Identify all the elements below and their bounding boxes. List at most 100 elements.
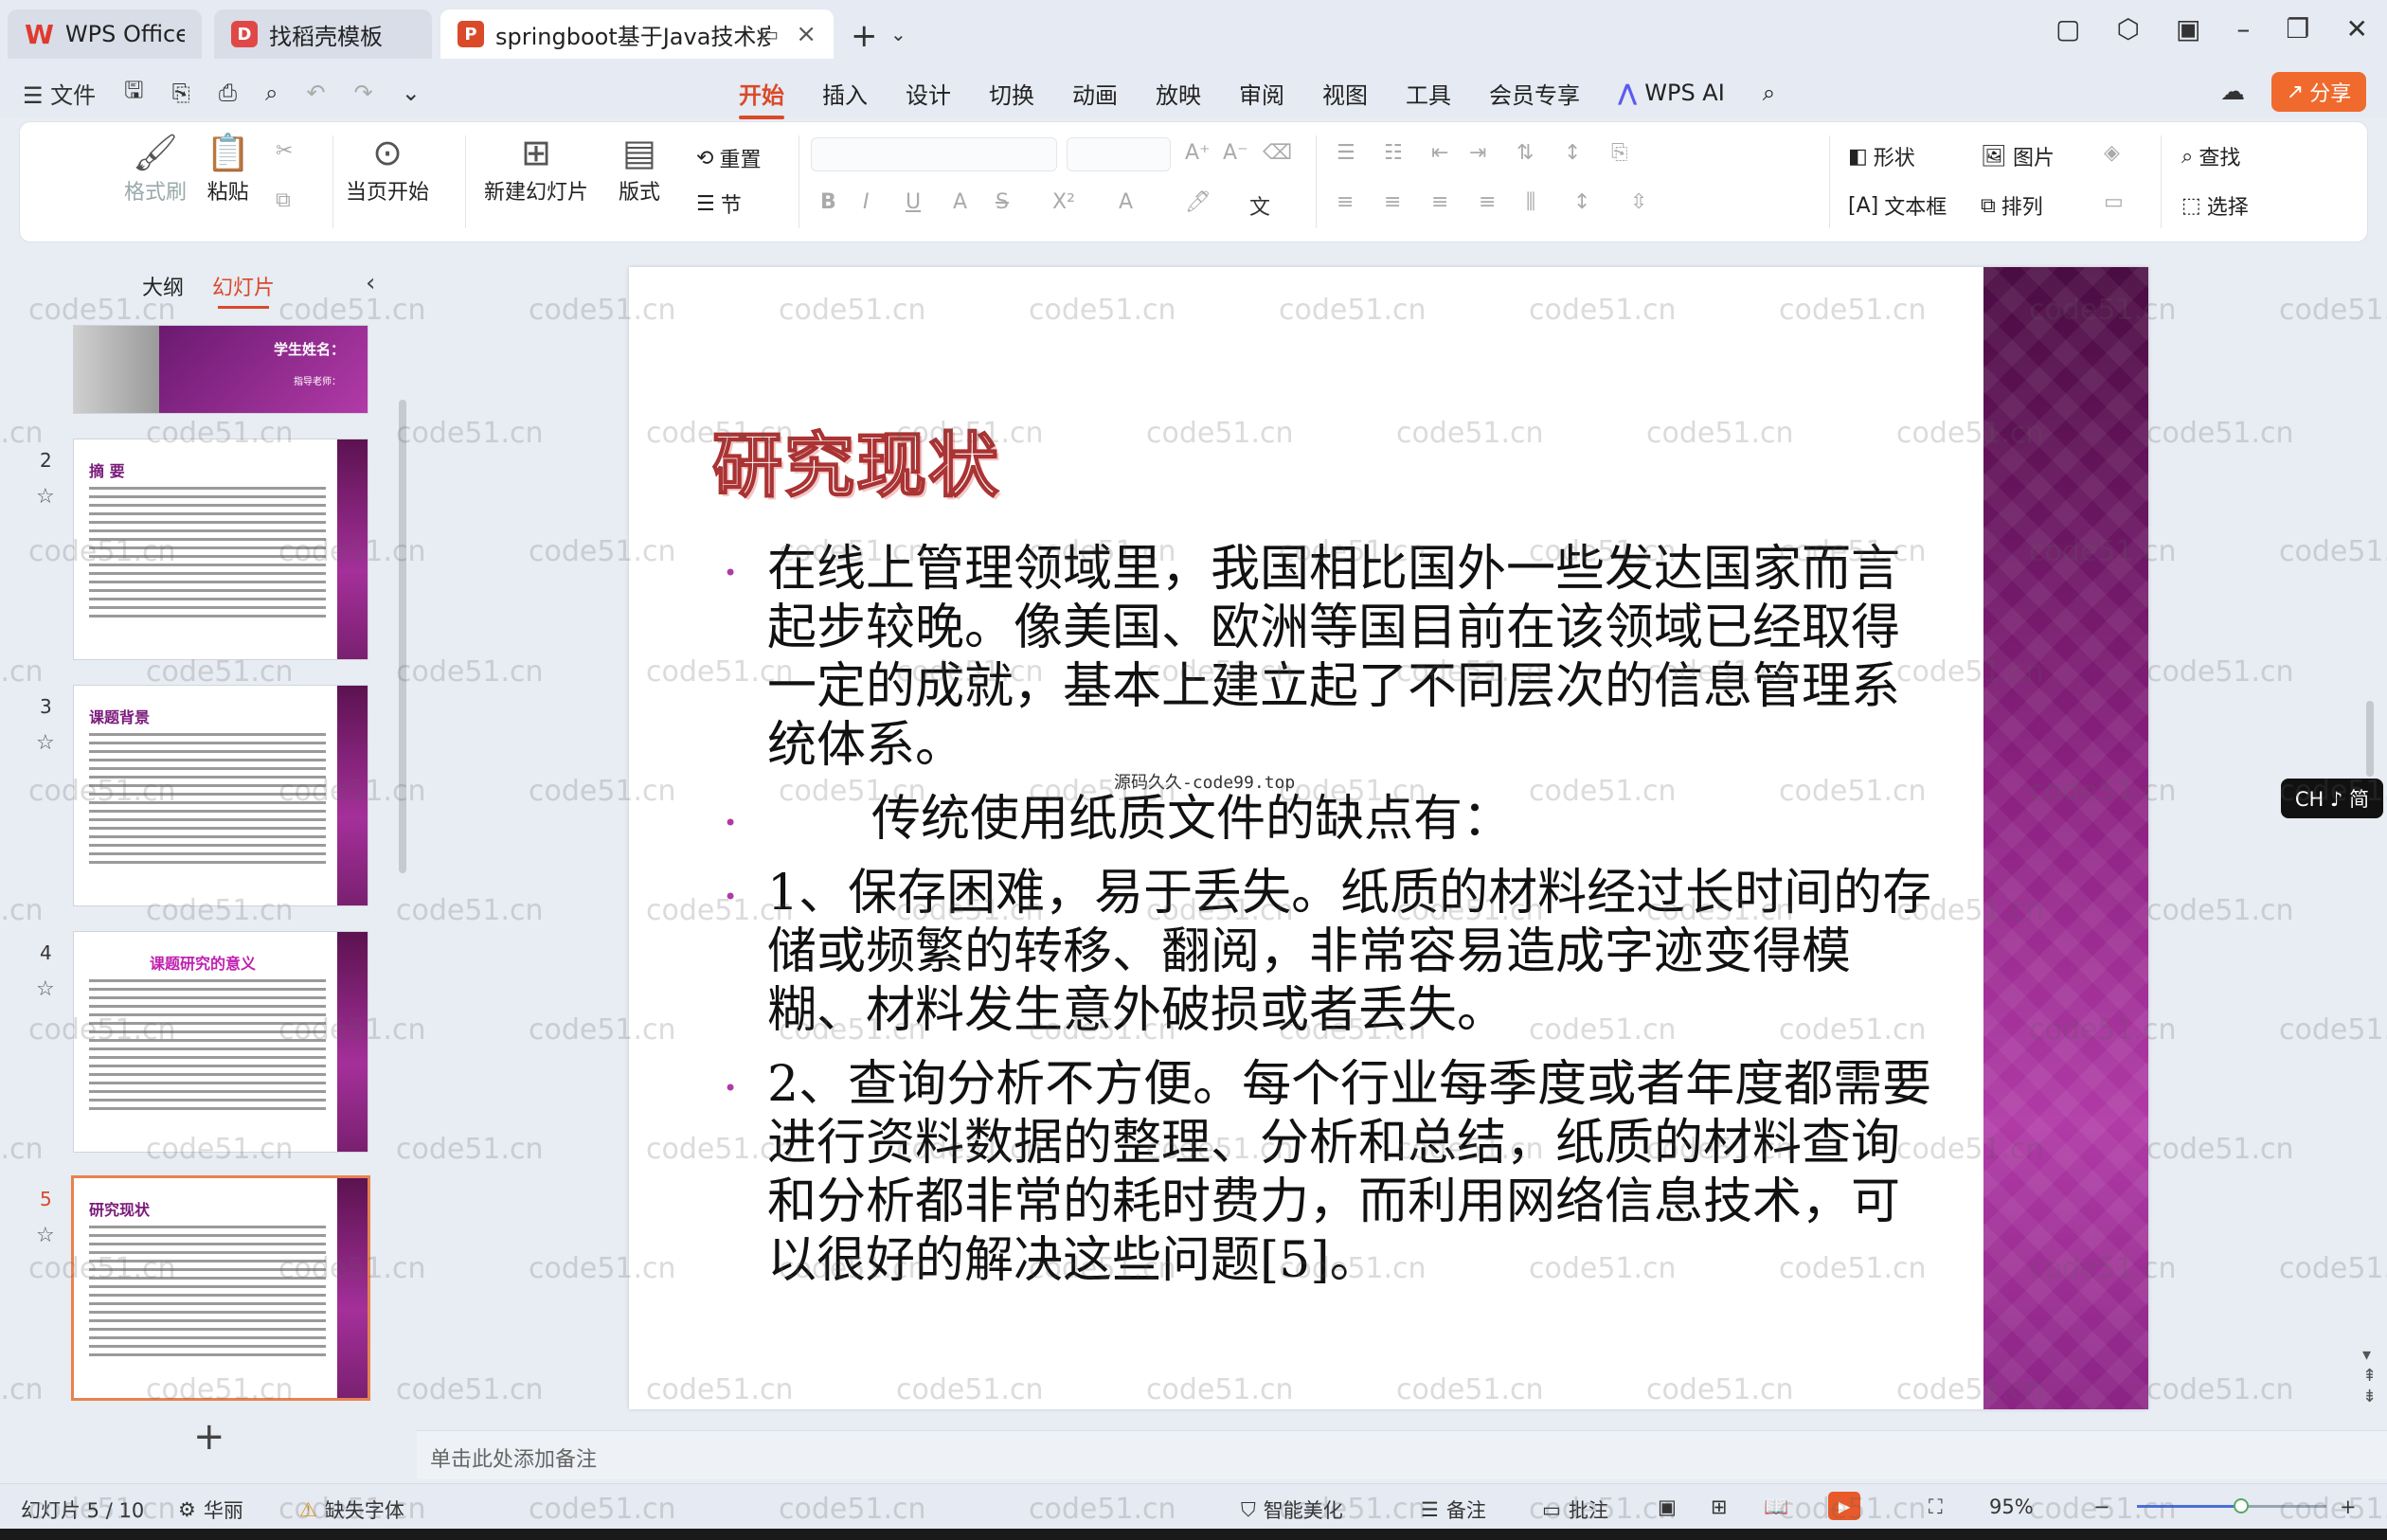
tab-insert[interactable]: 插入 — [822, 77, 868, 110]
notes-pane[interactable]: 单击此处添加备注 — [417, 1430, 2387, 1479]
highlight-icon[interactable]: 🖊 — [1185, 190, 1211, 214]
missing-font-indicator[interactable]: ⚠ 缺失字体 — [299, 1495, 404, 1524]
wps-ai-button[interactable]: ⋀ WPS AI — [1618, 80, 1725, 106]
add-slide-plus-icon[interactable]: + — [193, 1415, 225, 1459]
arrange-button[interactable]: ⧉ 排列 — [1981, 190, 2043, 221]
star-icon[interactable]: ☆ — [36, 1224, 55, 1247]
play-slideshow-button[interactable]: ▶ — [1828, 1492, 1860, 1520]
minimize-icon[interactable]: – — [2236, 13, 2250, 45]
text-direction-icon[interactable]: ⇅ — [1517, 141, 1534, 165]
save-icon[interactable]: 🖫 — [124, 74, 143, 113]
tab-outline[interactable]: 大纲 — [142, 271, 184, 301]
maximize-icon[interactable]: ❐ — [2286, 13, 2309, 45]
notes-toggle-button[interactable]: ☰ 备注 — [1421, 1495, 1486, 1524]
shape-button[interactable]: ◧ 形状 — [1848, 141, 1915, 171]
outdent-icon[interactable]: ⇤ — [1431, 141, 1448, 165]
export-icon[interactable]: ⎘ — [172, 80, 190, 106]
superscript-icon[interactable]: X² — [1052, 190, 1075, 214]
sort-icon[interactable]: ↕ — [1564, 141, 1581, 165]
fit-window-icon[interactable]: ⛶ — [1929, 1495, 1943, 1519]
font-color-icon[interactable]: A — [1119, 190, 1133, 214]
copy-icon[interactable]: ⧉ — [276, 188, 291, 212]
undo-icon[interactable]: ↶ — [306, 80, 325, 106]
slide-scrollbar[interactable] — [2366, 701, 2374, 777]
bold-icon[interactable]: B — [820, 190, 836, 214]
tab-view[interactable]: 视图 — [1322, 77, 1368, 110]
zoom-in-icon[interactable]: + — [2340, 1495, 2357, 1518]
star-icon[interactable]: ☆ — [36, 485, 55, 509]
new-tab-plus-icon[interactable]: + — [851, 17, 878, 55]
paste-button[interactable]: 📋 粘贴 — [206, 132, 250, 206]
font-family-select[interactable] — [811, 137, 1057, 171]
slide-thumbnail-4[interactable]: 课题研究的意义 — [74, 932, 368, 1152]
indent-icon[interactable]: ⇥ — [1469, 141, 1486, 165]
zoom-slider-handle[interactable] — [2234, 1498, 2249, 1513]
picture-button[interactable]: 🖼 图片 — [1981, 141, 2055, 171]
tab-tools[interactable]: 工具 — [1406, 77, 1451, 110]
underline-icon[interactable]: U — [906, 190, 921, 214]
collapse-panel-icon[interactable]: ‹ — [366, 269, 375, 297]
grid-view-icon[interactable]: ⊞ — [1711, 1495, 1728, 1518]
align-center-icon[interactable]: ≡ — [1384, 190, 1401, 214]
outline-icon[interactable]: ▭ — [2104, 190, 2124, 214]
find-button[interactable]: ⌕ 查找 — [2181, 141, 2240, 171]
cloud-upload-icon[interactable]: ☁ — [2220, 78, 2245, 106]
slide-thumbnail-2[interactable]: 摘 要 — [74, 439, 368, 659]
slide-thumbnail-5[interactable]: 研究现状 — [74, 1178, 368, 1398]
tab-animation[interactable]: 动画 — [1072, 77, 1118, 110]
strikethrough-icon[interactable]: S — [996, 190, 1009, 214]
format-painter-button[interactable]: 🖌 格式刷 — [124, 132, 187, 206]
redo-icon[interactable]: ↷ — [354, 80, 373, 106]
shrink-font-icon[interactable]: A⁻ — [1223, 141, 1248, 165]
tab-slides[interactable]: 幻灯片 — [212, 271, 275, 309]
search-icon[interactable]: ⌕ — [1763, 80, 1775, 106]
play-from-current-button[interactable]: ⊙ 当页开始 — [346, 132, 429, 206]
bullet-list-icon[interactable]: ☰ — [1337, 141, 1355, 165]
italic-icon[interactable]: I — [863, 190, 870, 214]
panel-scrollbar[interactable] — [399, 400, 406, 873]
star-icon[interactable]: ☆ — [36, 731, 55, 755]
close-window-icon[interactable]: ✕ — [2346, 13, 2368, 45]
page-nav-arrows[interactable]: ▾ ⇞ ⇟ — [2362, 1345, 2377, 1407]
align-left-icon[interactable]: ≡ — [1337, 190, 1354, 214]
ime-indicator[interactable]: CH ♪ 简 — [2281, 779, 2383, 818]
normal-view-icon[interactable]: ▣ — [1658, 1495, 1677, 1518]
reset-button[interactable]: ⟲ 重置 — [696, 143, 761, 173]
select-button[interactable]: ⬚ 选择 — [2181, 190, 2249, 221]
tab-review[interactable]: 审阅 — [1239, 77, 1284, 110]
star-icon[interactable]: ☆ — [36, 977, 55, 1001]
screen-icon[interactable]: ▭ — [761, 23, 779, 45]
zoom-select[interactable]: 95% — [1989, 1495, 2034, 1518]
slide-thumbnail-3[interactable]: 课题背景 — [74, 686, 368, 905]
numbered-list-icon[interactable]: ☷ — [1384, 141, 1403, 165]
tab-docer-templates[interactable]: D 找稻壳模板 — [214, 9, 432, 59]
file-menu[interactable]: 文件 — [50, 82, 96, 109]
justify-icon[interactable]: ≡ — [1479, 190, 1496, 214]
tab-wps-office[interactable]: W WPS Office — [8, 9, 202, 59]
smart-beautify-button[interactable]: ⛉ 智能美化 — [1241, 1495, 1343, 1524]
print-icon[interactable]: ⎙ — [219, 80, 237, 106]
tab-slideshow[interactable]: 放映 — [1156, 77, 1201, 110]
vertical-align-icon[interactable]: ⇳ — [1630, 190, 1647, 214]
hamburger-icon[interactable]: ☰ 文件 — [23, 77, 96, 110]
font-size-select[interactable] — [1067, 137, 1171, 171]
tab-design[interactable]: 设计 — [906, 77, 951, 110]
new-slide-button[interactable]: ⊞ 新建幻灯片 — [484, 132, 588, 206]
chevron-down-icon[interactable]: ⌄ — [402, 80, 421, 106]
align-right-icon[interactable]: ≡ — [1431, 190, 1448, 214]
layout-icon[interactable]: ▢ — [2055, 13, 2080, 45]
convert-icon[interactable]: ⎘ — [1611, 141, 1628, 165]
reading-view-icon[interactable]: 📖 — [1764, 1495, 1788, 1519]
close-tab-icon[interactable]: × — [796, 20, 817, 48]
textbox-button[interactable]: [A] 文本框 — [1848, 190, 1947, 221]
slide-thumbnail-1[interactable]: 学生姓名： 指导老师： — [74, 326, 368, 413]
zoom-slider[interactable] — [2137, 1498, 2326, 1513]
tab-current-document[interactable]: P springboot基于Java技术疫 ▭ × — [440, 9, 834, 59]
eraser-icon[interactable]: ⌫ — [1263, 141, 1292, 165]
theme-indicator[interactable]: ⚙ 华丽 — [178, 1495, 243, 1524]
share-button[interactable]: ↗ 分享 — [2271, 72, 2366, 112]
tab-home[interactable]: 开始 — [739, 77, 784, 119]
tab-member[interactable]: 会员专享 — [1489, 77, 1580, 110]
slide-canvas[interactable]: 研究现状 • 在线上管理领域里，我国相比国外一些发达国家而言起步较晚。像美国、欧… — [629, 267, 2148, 1409]
fill-icon[interactable]: ◈ — [2104, 141, 2120, 165]
